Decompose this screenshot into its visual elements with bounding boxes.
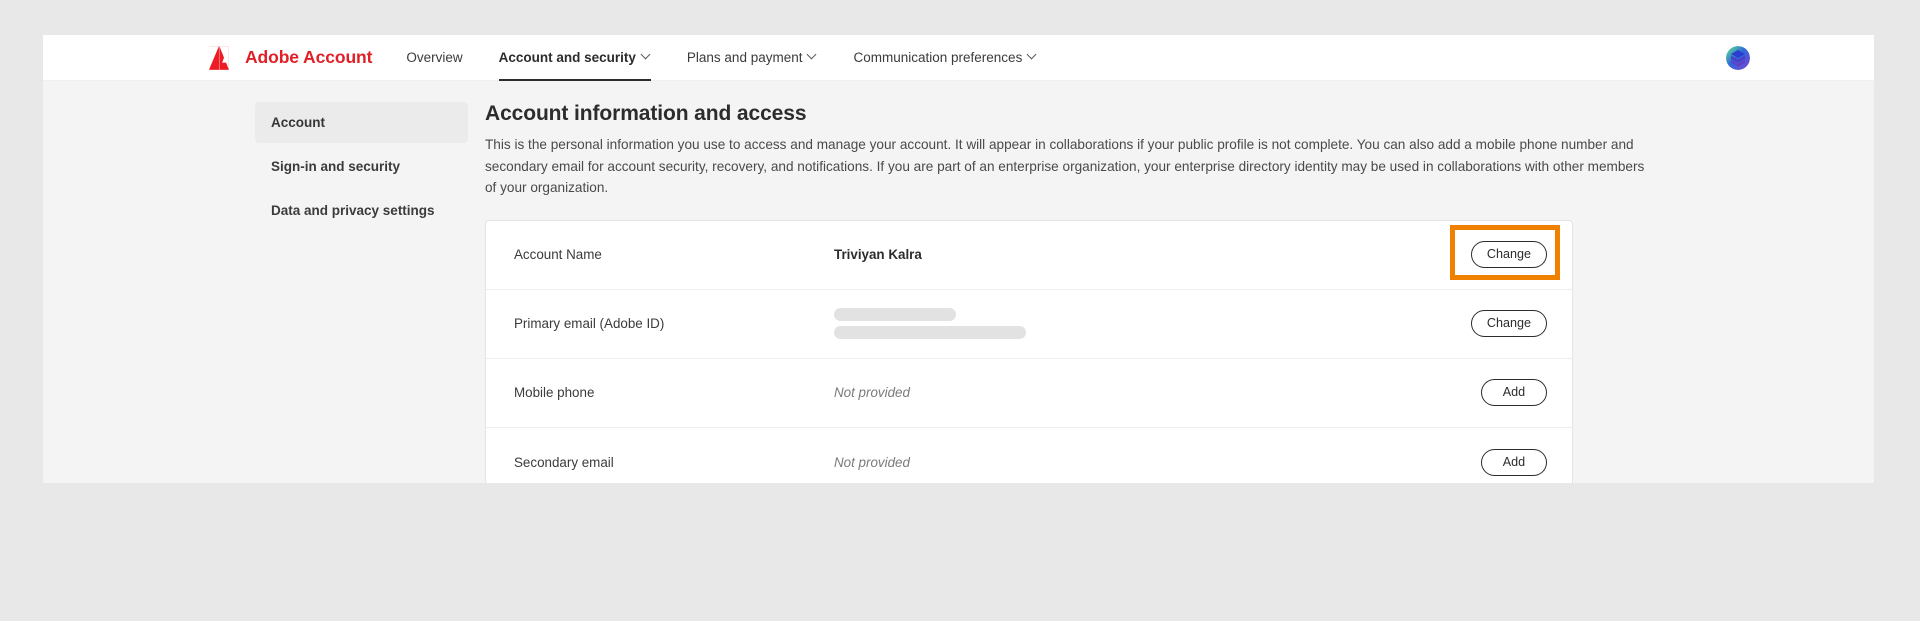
nav-item-label: Account and security — [498, 50, 636, 65]
sidebar-item-account[interactable]: Account — [255, 102, 468, 143]
nav-item-label: Overview — [406, 50, 463, 65]
change-primary-email-button[interactable]: Change — [1470, 310, 1547, 337]
table-row: Account Name Triviyan Kalra Change — [486, 221, 1572, 290]
redacted-email-value — [834, 308, 1417, 339]
nav-item-overview[interactable]: Overview — [406, 35, 462, 81]
redaction-bar — [834, 308, 956, 321]
nav-item-plans-and-payment[interactable]: Plans and payment — [687, 35, 818, 81]
change-account-name-button[interactable]: Change — [1470, 241, 1547, 268]
row-label: Account Name — [514, 247, 602, 262]
row-label: Secondary email — [514, 454, 614, 470]
table-row: Secondary email Not provided Add — [486, 428, 1572, 484]
sidebar-nav: Account Sign-in and security Data and pr… — [255, 102, 468, 483]
table-row: Primary email (Adobe ID) Change — [486, 290, 1572, 359]
nav-item-label: Communication preferences — [853, 50, 1023, 65]
page-content: Account Sign-in and security Data and pr… — [43, 81, 1874, 483]
main-column: Account information and access This is t… — [485, 102, 1670, 483]
row-action: Add — [1417, 379, 1547, 406]
nav-item-label: Plans and payment — [686, 50, 803, 65]
row-value: Triviyan Kalra — [834, 247, 922, 262]
chevron-down-icon — [1028, 51, 1037, 60]
nav-item-communication-preferences[interactable]: Communication preferences — [853, 35, 1037, 81]
row-action: Change — [1417, 310, 1547, 337]
main-nav: Overview Account and security Plans and … — [406, 35, 1073, 81]
sidebar-item-label: Account — [271, 115, 325, 130]
user-avatar-icon — [1726, 46, 1750, 70]
page-title: Account information and access — [485, 102, 807, 125]
nav-item-account-and-security[interactable]: Account and security — [498, 35, 652, 81]
table-row: Mobile phone Not provided Add — [486, 359, 1572, 428]
top-navigation-bar: Adobe Account Overview Account and secur… — [43, 35, 1874, 81]
sidebar-item-data-and-privacy-settings[interactable]: Data and privacy settings — [255, 190, 468, 231]
add-mobile-phone-button[interactable]: Add — [1481, 379, 1547, 406]
chevron-down-icon — [808, 51, 817, 60]
chevron-down-icon — [642, 51, 651, 60]
sidebar-item-label: Sign-in and security — [271, 159, 401, 174]
adobe-logo-icon — [209, 45, 229, 70]
sidebar-item-sign-in-and-security[interactable]: Sign-in and security — [255, 146, 468, 187]
redaction-bar — [834, 326, 1026, 339]
browser-viewport: Adobe Account Overview Account and secur… — [43, 35, 1874, 483]
brand-logo-link[interactable]: Adobe Account — [209, 45, 373, 70]
row-label: Primary email (Adobe ID) — [514, 316, 665, 331]
sidebar-item-label: Data and privacy settings — [271, 203, 435, 218]
row-value: Not provided — [834, 385, 910, 400]
row-value: Not provided — [834, 454, 910, 470]
account-info-card: Account Name Triviyan Kalra Change Prima… — [485, 219, 1573, 484]
user-avatar[interactable] — [1726, 46, 1750, 70]
row-label: Mobile phone — [514, 385, 595, 400]
row-action: Add — [1417, 448, 1547, 476]
row-value — [834, 308, 1417, 339]
row-action: Change — [1417, 225, 1560, 280]
page-description: This is the personal information you use… — [485, 137, 1645, 195]
add-secondary-email-button[interactable]: Add — [1481, 448, 1547, 476]
brand-name: Adobe Account — [245, 47, 373, 67]
